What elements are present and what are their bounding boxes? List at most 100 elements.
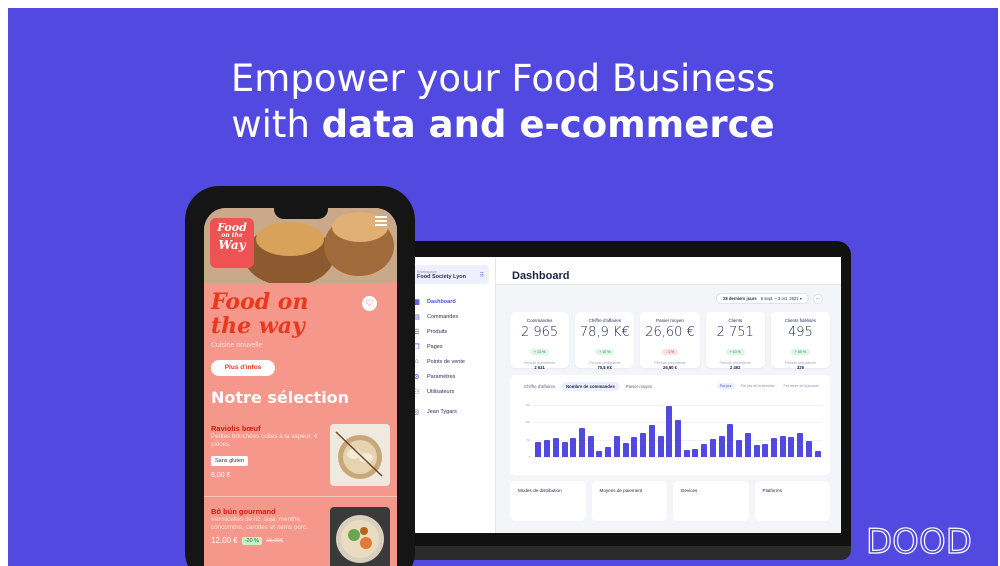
chart-bar[interactable] — [797, 433, 804, 457]
laptop-device: Workspace Food Society Lyon ⠿ ▦ Dashboard… — [396, 241, 851, 559]
date-range-dates: 6 sept. – 3 oct. 2021 — [760, 296, 799, 301]
topbar: Dashboard — [496, 257, 841, 285]
sidebar-item-utilisateurs[interactable]: ⚇ Utilisateurs — [412, 384, 489, 399]
chart-bar[interactable] — [727, 424, 734, 457]
item-description: Vermicelles de riz, soja, menthe, concom… — [211, 516, 308, 531]
chart-bar[interactable] — [753, 445, 760, 457]
phone-screen: Food on the Way Food on the way ♡ Cuisin… — [204, 208, 397, 566]
menu-icon[interactable] — [375, 216, 387, 228]
item-divider — [204, 496, 397, 497]
card-devices: Devices — [673, 481, 749, 521]
svg-text:DOOD: DOOD — [866, 523, 972, 559]
kpi-previous-value: 2 631 — [534, 365, 545, 370]
sidebar-item-label: Points de vente — [427, 358, 465, 365]
kpi-label: Chiffre d'affaires — [588, 318, 622, 323]
old-price: 15,00€ — [266, 537, 283, 544]
laptop-base — [396, 546, 851, 560]
orders-chart-card: Chiffre d'affaires Nombre de commandes P… — [510, 375, 830, 475]
menu-item-bo-bun[interactable]: Bô bún gourmand Vermicelles de riz, soja… — [204, 507, 397, 566]
discount-badge: -20 % — [241, 536, 263, 545]
chart-bar[interactable] — [692, 449, 699, 457]
more-info-button[interactable]: Plus d'infos — [211, 360, 275, 376]
chart-bar[interactable] — [648, 425, 655, 457]
chart-bar[interactable] — [552, 437, 559, 457]
chart-bar[interactable] — [736, 440, 743, 457]
y-tick-label: 50 — [526, 437, 530, 442]
chart-bar[interactable] — [640, 432, 647, 457]
chart-bar[interactable] — [666, 405, 673, 457]
switch-workspace-icon: ⠿ — [479, 273, 484, 279]
chart-bar[interactable] — [570, 437, 577, 457]
chart-bar[interactable] — [579, 427, 585, 457]
mode-par-jour[interactable]: Par jour — [716, 383, 735, 389]
kpi-label: Clients fidélisés — [784, 318, 817, 323]
workspace-name: Food Society Lyon — [417, 274, 466, 280]
phone-device: Food on the Way Food on the way ♡ Cuisin… — [185, 186, 415, 566]
sidebar-item-dashboard[interactable]: ▦ Dashboard — [412, 294, 489, 309]
tab-chiffre-affaires[interactable]: Chiffre d'affaires — [520, 382, 559, 391]
chart-bar[interactable] — [613, 436, 620, 457]
chart-bar[interactable] — [805, 441, 812, 457]
chart-bar[interactable] — [657, 435, 664, 457]
sidebar-item-points-de-vente[interactable]: ⌂ Points de vente — [412, 354, 489, 369]
favorite-heart-icon[interactable]: ♡ — [362, 296, 377, 311]
restaurant-subtitle: Cuisine nouvelle — [211, 342, 263, 349]
chart-bar[interactable] — [596, 450, 603, 457]
date-range-picker[interactable]: 28 derniers jours 6 sept. – 3 oct. 2021 ▾ — [716, 293, 809, 304]
kpi-previous-value: 26,90 € — [663, 365, 677, 370]
date-range-label: 28 derniers jours — [723, 296, 757, 301]
chart-bar[interactable] — [814, 450, 821, 457]
chart-bar[interactable] — [587, 436, 594, 457]
dashboard-screen: Workspace Food Society Lyon ⠿ ▦ Dashboard… — [406, 257, 841, 533]
sidebar-item-produits[interactable]: ☰ Produits — [412, 324, 489, 339]
chart-bar[interactable] — [544, 440, 551, 457]
food-on-the-way-logo: Food on the Way — [210, 218, 254, 268]
sidebar-user[interactable]: ◎ Jean Tygars — [412, 404, 489, 419]
chart-bar[interactable] — [631, 436, 638, 457]
mode-par-heure[interactable]: Par heure de la journée — [781, 383, 822, 389]
sidebar: Workspace Food Society Lyon ⠿ ▦ Dashboard… — [406, 257, 496, 533]
restaurant-title: Food on the way — [211, 289, 309, 339]
kpi-card: Commandes 2 965 + 13 % Période précédente 2 … — [510, 312, 570, 370]
date-range: 28 derniers jours 6 sept. – 3 oct. 2021 ▾… — [716, 293, 823, 304]
kpi-delta: + 10 % — [595, 349, 615, 355]
tab-nombre-commandes[interactable]: Nombre de commandes — [562, 382, 619, 391]
more-options-button[interactable]: ··· — [813, 293, 823, 304]
sidebar-item-parametres[interactable]: ⚙ Paramètres — [412, 369, 489, 384]
raviolis-photo — [330, 424, 390, 486]
dashboard-main: Dashboard 28 derniers jours 6 sept. – 3 o… — [496, 257, 841, 533]
card-moyens-paiement: Moyens de paiement — [591, 481, 667, 521]
kpi-previous-value: 2 492 — [729, 365, 741, 370]
kpi-value: 2 751 — [716, 325, 754, 340]
breakdown-cards: Modes de distribution Moyens de paiement… — [510, 481, 830, 521]
workspace-selector[interactable]: Workspace Food Society Lyon ⠿ — [412, 265, 489, 284]
sidebar-item-label: Paramètres — [427, 373, 456, 380]
headline-line-2-prefix: with — [231, 103, 322, 146]
chart-bar[interactable] — [744, 433, 751, 457]
chart-bar[interactable] — [683, 450, 690, 457]
mode-par-jour-semaine[interactable]: Par jour de la semaine — [738, 383, 778, 389]
tab-panier-moyen[interactable]: Panier moyen — [622, 382, 657, 391]
chart-bars — [534, 405, 822, 457]
chart-bar[interactable] — [561, 441, 568, 457]
chart-bar[interactable] — [675, 419, 681, 457]
chart-bar[interactable] — [622, 443, 629, 457]
chart-modes: Par jour Par jour de la semaine Par heur… — [716, 383, 822, 389]
chart-bar[interactable] — [605, 446, 612, 457]
sidebar-item-commandes[interactable]: ▤ Commandes — [412, 309, 489, 324]
chart-bar[interactable] — [762, 443, 769, 457]
chart-bar[interactable] — [771, 437, 777, 457]
menu-item-raviolis[interactable]: Raviolis bœuf Petites bouchées cuites à … — [204, 424, 397, 486]
kpi-card: Chiffre d'affaires 78,9 K€ + 10 % Période p… — [575, 312, 635, 370]
chart-bar[interactable] — [779, 436, 786, 457]
chart-bar[interactable] — [718, 435, 725, 457]
item-description: Petites bouchées cuites à la vapeur, 4 p… — [211, 433, 318, 448]
sidebar-item-label: Pages — [427, 343, 443, 350]
chart-bar[interactable] — [709, 438, 716, 457]
chart-bar[interactable] — [701, 443, 708, 457]
chart-bar[interactable] — [535, 442, 542, 457]
chart-bar[interactable] — [788, 436, 795, 457]
kpi-card: Clients 2 751 + 10 % Période précédente 2 49… — [705, 312, 765, 370]
sidebar-item-pages[interactable]: ❐ Pages — [412, 339, 489, 354]
kpi-label: Clients — [728, 318, 743, 323]
